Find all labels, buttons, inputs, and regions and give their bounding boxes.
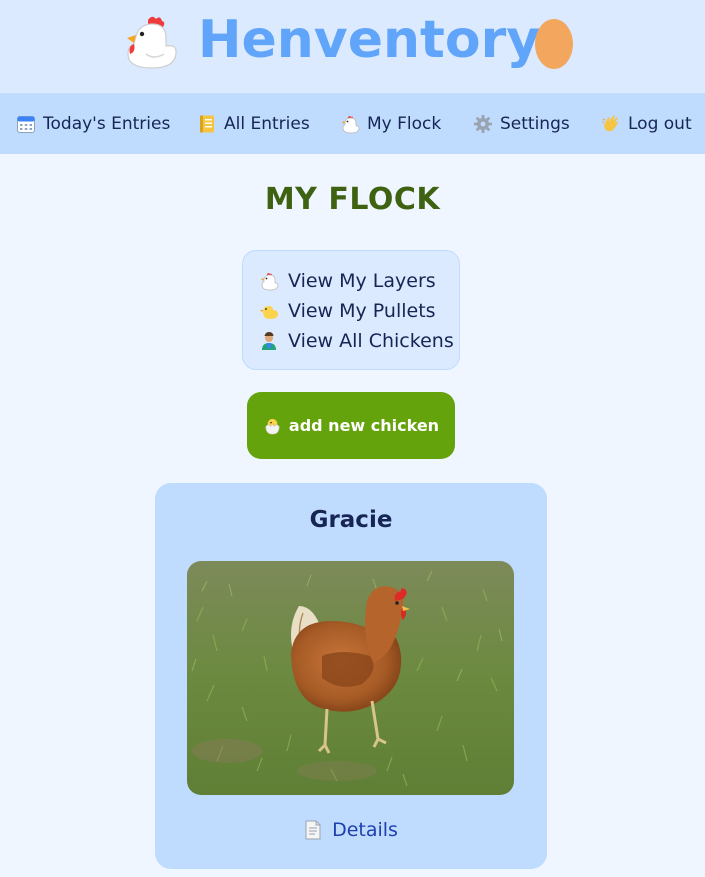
chicken-photo-image	[187, 561, 514, 795]
nav-item-settings[interactable]: Settings	[473, 93, 570, 154]
chicken-name: Gracie	[309, 507, 393, 533]
app-title: Henventory	[198, 10, 541, 70]
chicken-icon	[342, 115, 360, 133]
hatching-chick-icon	[265, 418, 280, 435]
view-all-chickens-label: View All Chickens	[288, 330, 454, 352]
chicken-card: Gracie Details	[155, 483, 547, 869]
nav-label: Today's Entries	[43, 113, 171, 134]
view-layers-label: View My Layers	[288, 270, 436, 292]
flock-view-menu: View My Layers View My Pullets View All …	[242, 250, 460, 370]
nav-item-my-flock[interactable]: My Flock	[340, 93, 441, 154]
nav-label: My Flock	[367, 113, 442, 134]
nav-item-log-out[interactable]: Log out	[601, 93, 692, 154]
notebook-icon	[200, 115, 214, 132]
nav-item-all-entries[interactable]: All Entries	[197, 93, 310, 154]
baby-chick-icon	[260, 306, 278, 319]
view-layers-link[interactable]: View My Layers	[259, 266, 459, 296]
farmer-icon	[262, 332, 276, 350]
view-pullets-link[interactable]: View My Pullets	[259, 296, 459, 326]
main-nav: Today's Entries All Entries My Flock Set…	[0, 93, 705, 154]
nav-label: All Entries	[224, 113, 310, 134]
egg-icon	[535, 19, 573, 69]
chicken-logo-icon	[127, 16, 177, 69]
nav-label: Settings	[500, 113, 570, 134]
gear-icon	[474, 114, 492, 133]
chicken-icon	[261, 273, 279, 291]
app-header: Henventory	[0, 0, 705, 93]
nav-item-todays-entries[interactable]: Today's Entries	[16, 93, 170, 154]
calendar-icon	[17, 115, 35, 133]
details-link[interactable]: Details	[155, 819, 547, 841]
page-icon	[305, 820, 321, 840]
chicken-photo	[187, 561, 514, 795]
add-new-chicken-button[interactable]: add new chicken	[247, 392, 455, 459]
add-new-chicken-label: add new chicken	[288, 416, 440, 435]
view-all-chickens-link[interactable]: View All Chickens	[259, 326, 459, 356]
nav-label: Log out	[628, 113, 692, 134]
view-pullets-label: View My Pullets	[288, 300, 436, 322]
waving-hand-icon	[602, 115, 618, 131]
page-title: MY FLOCK	[264, 182, 441, 217]
details-label: Details	[332, 819, 398, 841]
